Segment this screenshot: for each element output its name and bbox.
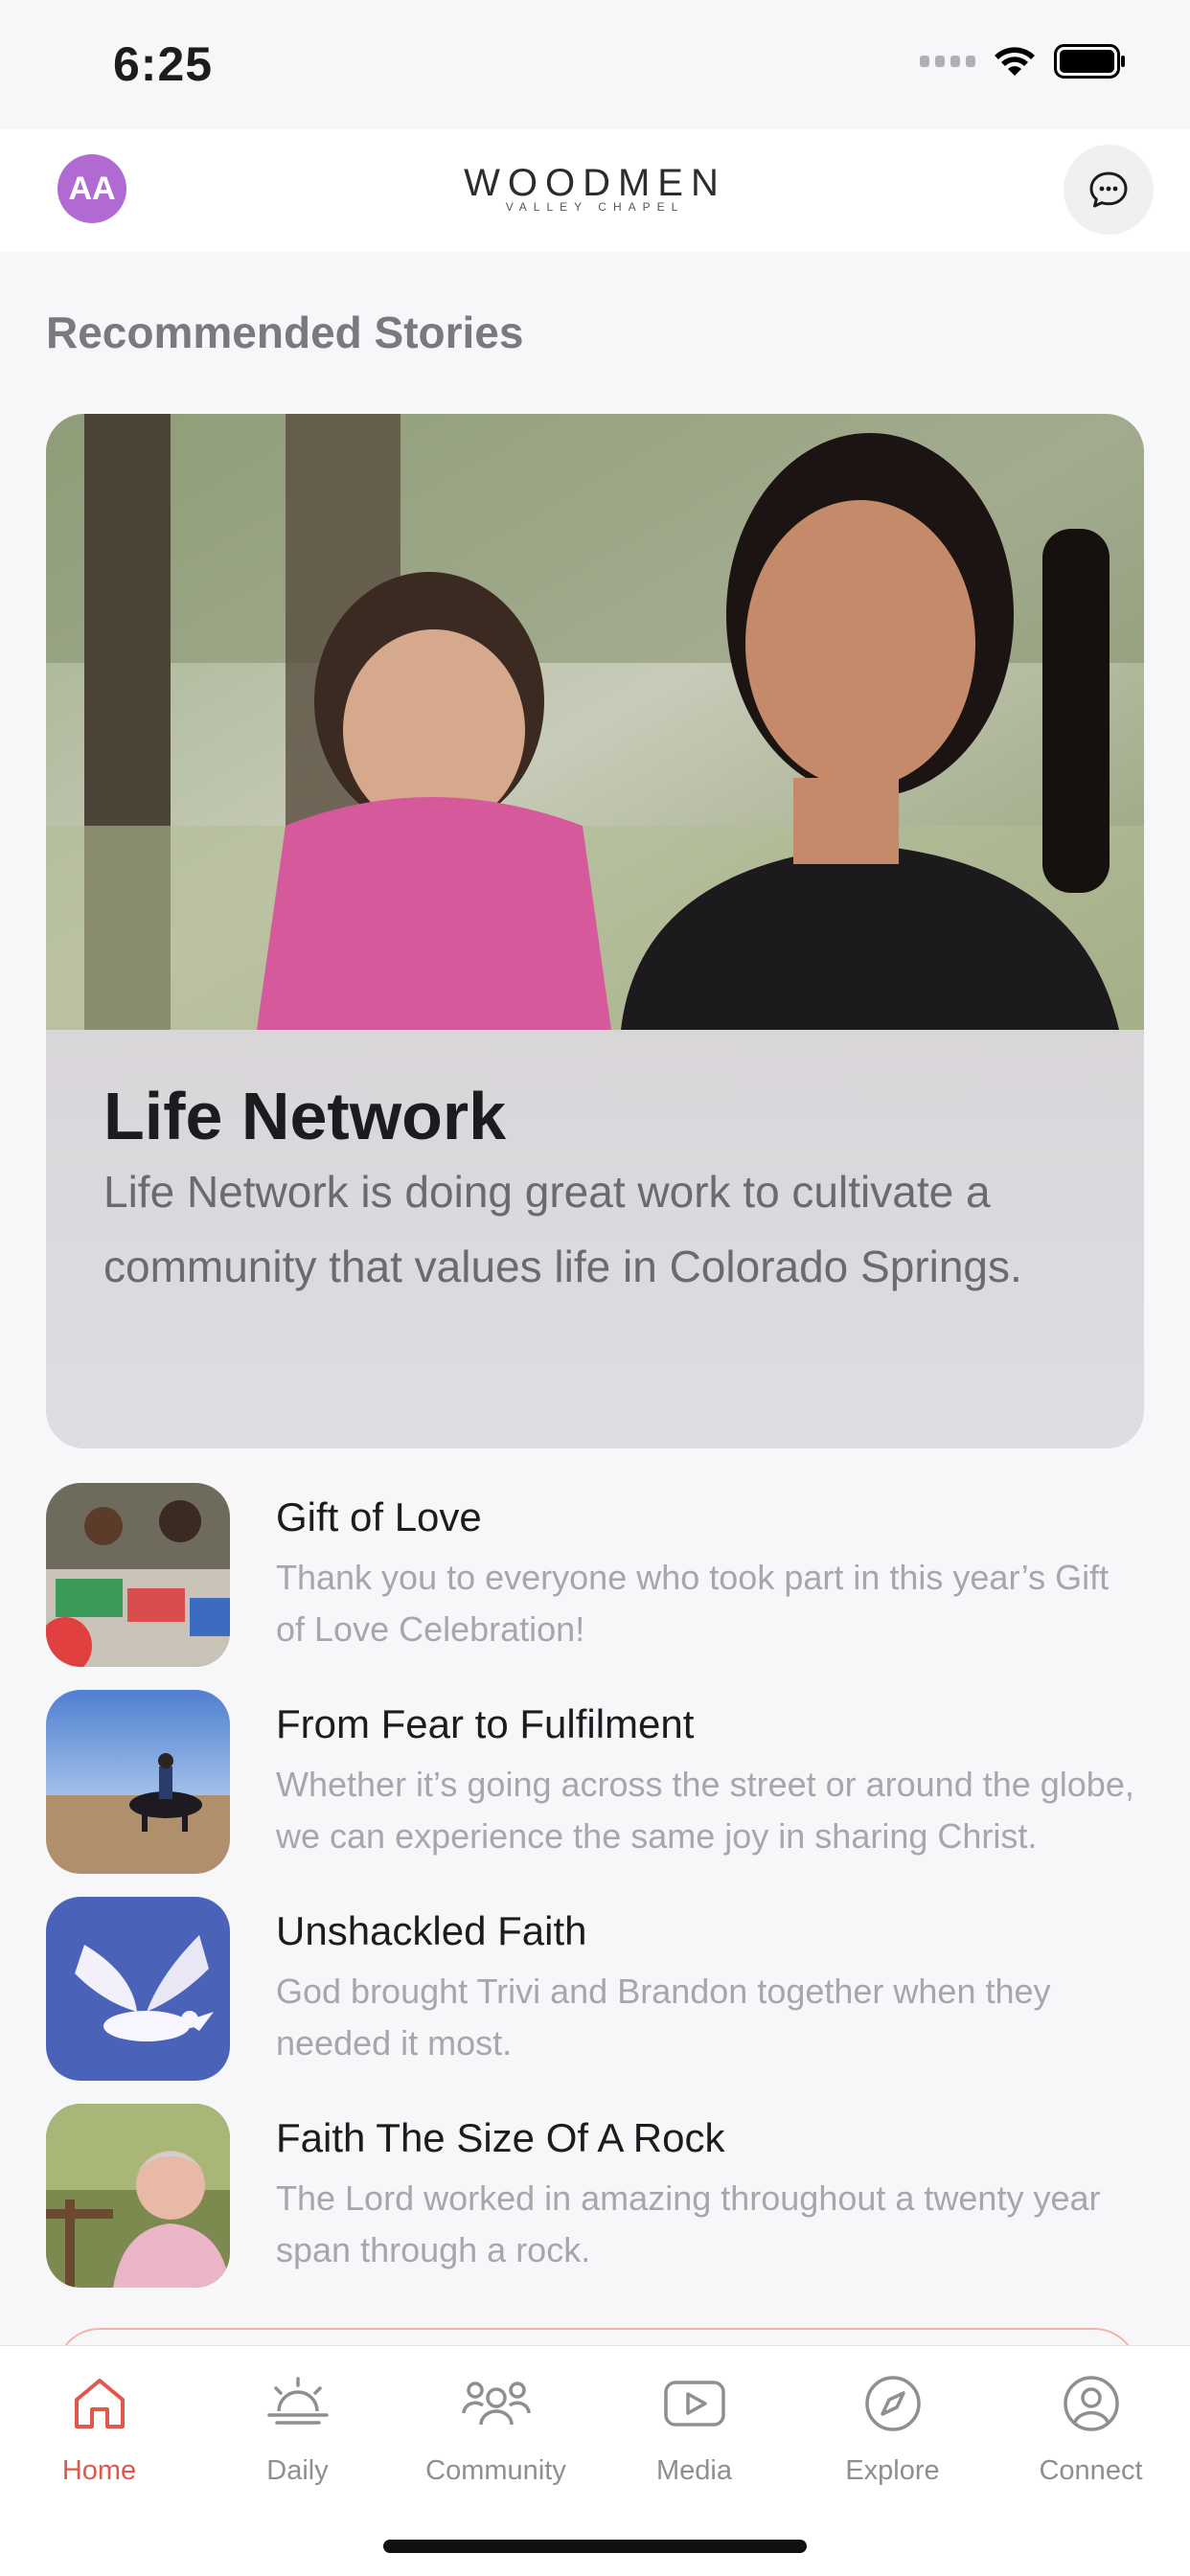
tab-daily[interactable]: Daily: [198, 2365, 397, 2487]
featured-story-body: Life Network Life Network is doing great…: [46, 1030, 1144, 1448]
tab-label: Home: [61, 2455, 137, 2486]
cellular-signal-icon: [920, 56, 975, 67]
tab-label: Connect: [1039, 2455, 1143, 2486]
messages-button[interactable]: [1064, 145, 1154, 235]
story-item[interactable]: Unshackled Faith God brought Trivi and B…: [46, 1897, 1144, 2081]
status-time: 6:25: [113, 37, 214, 91]
logo-main-text: WOODMEN: [464, 162, 726, 204]
story-item[interactable]: Faith The Size Of A Rock The Lord worked…: [46, 2104, 1144, 2288]
sunrise-icon: [198, 2365, 397, 2442]
tab-community[interactable]: Community: [397, 2365, 595, 2487]
featured-story-image: [46, 414, 1144, 1030]
story-item[interactable]: From Fear to Fulfilment Whether it’s goi…: [46, 1690, 1144, 1874]
logo-sub-text: VALLEY CHAPEL: [505, 200, 685, 214]
battery-icon: [1054, 44, 1125, 79]
story-title: Unshackled Faith: [276, 1908, 587, 1953]
section-title: Recommended Stories: [46, 308, 524, 357]
story-description: Thank you to everyone who took part in t…: [276, 1558, 1110, 1649]
story-thumbnail: [46, 1897, 230, 2081]
status-icons: [920, 44, 1127, 79]
tab-media[interactable]: Media: [595, 2365, 793, 2487]
story-thumbnail: [46, 1483, 230, 1667]
person-icon: [992, 2365, 1190, 2442]
tab-label: Daily: [266, 2455, 329, 2486]
story-description: Whether it’s going across the street or …: [276, 1765, 1134, 1856]
featured-story-card[interactable]: Life Network Life Network is doing great…: [46, 414, 1144, 1448]
status-bar: 6:25: [0, 0, 1190, 129]
featured-story-title: Life Network: [103, 1079, 507, 1153]
story-description: The Lord worked in amazing throughout a …: [276, 2178, 1101, 2269]
app-header: AA WOODMEN VALLEY CHAPEL: [0, 129, 1190, 252]
story-title: Faith The Size Of A Rock: [276, 2115, 725, 2160]
tab-bar: Home Daily Community Media Explore Conne…: [0, 2345, 1190, 2576]
story-thumbnail: [46, 2104, 230, 2288]
story-thumbnail: [46, 1690, 230, 1874]
tab-label: Media: [656, 2455, 732, 2486]
tab-label: Community: [425, 2455, 566, 2486]
people-icon: [397, 2365, 595, 2442]
tab-connect[interactable]: Connect: [992, 2365, 1190, 2487]
woodmen-logo: WOODMEN VALLEY CHAPEL: [0, 164, 1190, 214]
tab-explore[interactable]: Explore: [793, 2365, 992, 2487]
home-indicator[interactable]: [383, 2540, 807, 2553]
tab-label: Explore: [845, 2455, 940, 2486]
story-title: Gift of Love: [276, 1494, 482, 1539]
wifi-icon: [995, 47, 1035, 76]
story-item[interactable]: Gift of Love Thank you to everyone who t…: [46, 1483, 1144, 1667]
home-icon: [0, 2365, 198, 2442]
story-description: God brought Trivi and Brandon together w…: [276, 1972, 1051, 2063]
compass-icon: [793, 2365, 992, 2442]
play-icon: [595, 2365, 793, 2442]
story-title: From Fear to Fulfilment: [276, 1701, 695, 1746]
featured-story-description: Life Network is doing great work to cult…: [103, 1167, 1022, 1291]
tab-home[interactable]: Home: [0, 2365, 198, 2487]
chat-bubble-icon: [1089, 171, 1128, 208]
